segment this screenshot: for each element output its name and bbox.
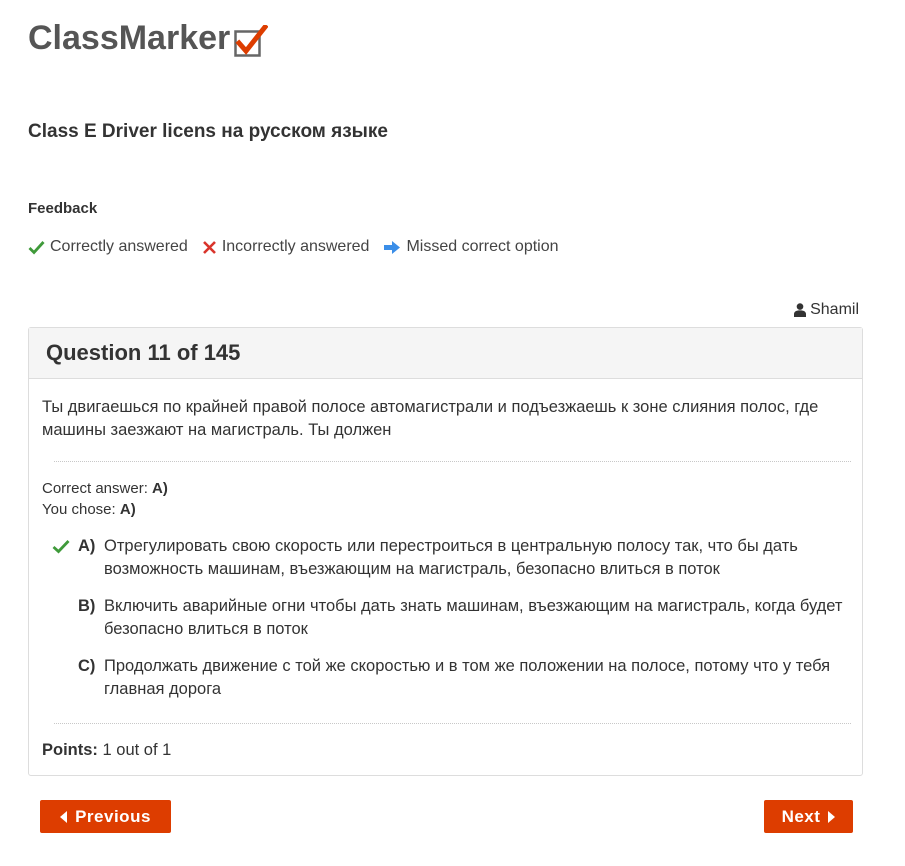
logo-checkbox-icon [234,23,269,57]
feedback-legend: Correctly answered Incorrectly answered … [28,238,573,256]
points-label: Points: [42,741,98,759]
question-heading: Question 11 of 145 [46,340,241,365]
you-chose-value: A) [119,501,136,518]
caret-left-icon [60,810,68,823]
option-text: Отрегулировать свою скорость или перестр… [104,537,798,578]
option-letter: C) [78,657,96,675]
user-info: Shamil [794,301,859,319]
arrow-right-icon [384,240,401,254]
divider [54,461,851,462]
test-title: Class E Driver licens на русском языке [28,121,388,142]
option-text: Включить аварийные огни чтобы дать знать… [104,597,843,638]
check-icon [28,240,45,255]
option-letter: B) [78,597,96,615]
legend-incorrect: Incorrectly answered [202,238,370,256]
correct-answer-line: Correct answer: A) [42,478,168,499]
question-panel: Question 11 of 145 Ты двигаешься по край… [28,327,863,776]
divider [54,723,851,724]
cross-icon [202,240,216,254]
question-text: Ты двигаешься по крайней правой полосе а… [42,398,819,439]
points-line: Points: 1 out of 1 [42,741,171,760]
points-value: 1 out of 1 [102,741,172,759]
option-letter: A) [78,537,96,555]
you-chose-line: You chose: A) [42,499,168,520]
correct-answer-label: Correct answer: [42,480,148,497]
next-button[interactable]: Next [764,800,853,833]
you-chose-label: You chose: [42,501,116,518]
legend-incorrect-label: Incorrectly answered [221,238,370,255]
user-name: Shamil [810,301,859,318]
check-icon [52,540,70,554]
correct-answer-value: A) [152,480,168,497]
next-button-label: Next [781,806,821,826]
caret-right-icon [828,810,836,823]
answer-summary: Correct answer: A) You chose: A) [42,478,168,520]
legend-correct: Correctly answered [28,238,188,256]
feedback-title: Feedback [28,200,98,217]
previous-button[interactable]: Previous [40,800,171,833]
legend-missed-label: Missed correct option [406,238,559,255]
logo-text: ClassMarker [28,19,231,57]
option-text: Продолжать движение с той же скоростью и… [104,657,831,698]
previous-button-label: Previous [75,806,151,826]
question-heading-bar: Question 11 of 145 [29,328,862,379]
classmarker-logo: ClassMarker [28,18,269,58]
legend-missed: Missed correct option [383,238,559,256]
user-icon [794,303,807,317]
legend-correct-label: Correctly answered [50,238,188,255]
